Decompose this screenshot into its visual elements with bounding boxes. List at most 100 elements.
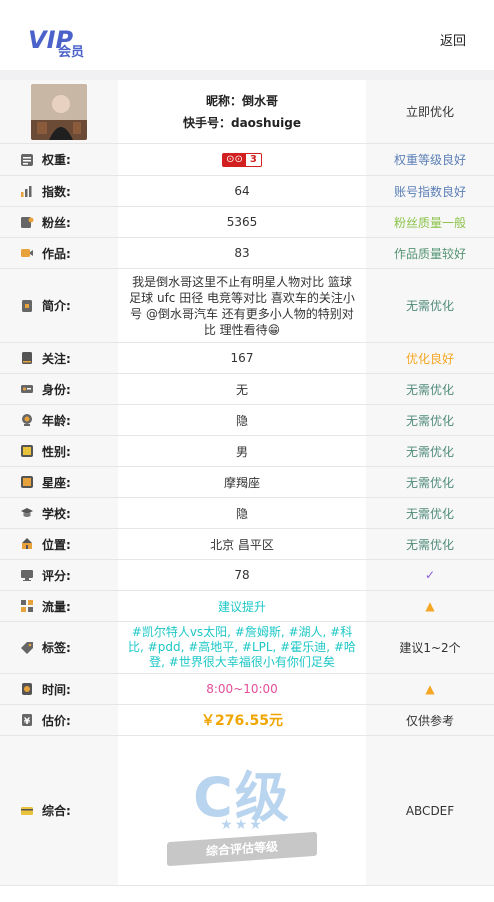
- row-label: 关注:: [42, 351, 71, 366]
- gender-icon: [21, 445, 33, 457]
- row-follow: 关注: 167 优化良好: [0, 343, 494, 374]
- row-label: 综合:: [42, 804, 71, 818]
- id-card-icon: [21, 385, 33, 393]
- nickname: 昵称：倒水哥: [205, 93, 278, 108]
- row-weight: 权重: ⊙⊙ 3 权重等级良好: [0, 144, 494, 176]
- row-gender: 性别: 男 无需优化: [0, 436, 494, 467]
- row-label: 标签:: [42, 641, 71, 655]
- row-label: 流量:: [42, 599, 71, 614]
- row-status: 仅供参考: [366, 705, 494, 735]
- row-status: 无需优化: [366, 467, 494, 497]
- svg-text:¥: ¥: [24, 717, 31, 727]
- overall-icon: [21, 806, 33, 815]
- weight-icon: [21, 153, 33, 166]
- graduation-cap-icon: [21, 508, 33, 517]
- book-icon: [22, 352, 32, 364]
- row-label: 权重:: [42, 153, 71, 167]
- row-time: 时间: 8:00~10:00 ▲: [0, 674, 494, 705]
- row-identity: 身份: 无 无需优化: [0, 374, 494, 405]
- row-label-cell: 粉丝:: [0, 207, 118, 237]
- row-label-cell: 身份:: [0, 374, 118, 404]
- row-label: 身份:: [42, 382, 71, 397]
- row-value: 8:00~10:00: [118, 674, 366, 704]
- triangle-up-icon: ▲: [366, 591, 494, 621]
- row-overall: 综合: C级 ★★★ 综合评估等级 ABCDEF: [0, 736, 494, 886]
- row-status: 优化良好: [366, 343, 494, 373]
- row-value: 我是倒水哥这里不止有明星人物对比 篮球 足球 ufc 田径 电竞等对比 喜欢车的…: [118, 269, 366, 342]
- row-label-cell: 评分:: [0, 560, 118, 590]
- row-label-cell: ¥ 估价:: [0, 705, 118, 735]
- row-value: 83: [118, 238, 366, 268]
- tag-icon: [21, 641, 33, 654]
- row-label: 年龄:: [42, 413, 71, 428]
- row-label: 粉丝:: [42, 215, 71, 230]
- age-icon: [22, 414, 32, 426]
- triangle-up-icon: ▲: [366, 674, 494, 704]
- profile-row: 昵称：倒水哥 快手号：daoshuige 立即优化: [0, 80, 494, 144]
- row-status: 无需优化: [366, 269, 494, 342]
- row-label-cell: 简介:: [0, 269, 118, 342]
- grade-scale: ABCDEF: [366, 736, 494, 885]
- row-label: 星座:: [42, 475, 71, 490]
- row-label: 评分:: [42, 568, 71, 583]
- row-status: 无需优化: [366, 374, 494, 404]
- row-label-cell: 流量:: [0, 591, 118, 621]
- row-value: 5365: [118, 207, 366, 237]
- row-label-cell: 性别:: [0, 436, 118, 466]
- row-works: 作品: 83 作品质量较好: [0, 238, 494, 269]
- row-status: 无需优化: [366, 405, 494, 435]
- row-fans: 粉丝: 5365 粉丝质量一般: [0, 207, 494, 238]
- optimize-now-button[interactable]: 立即优化: [366, 80, 494, 143]
- row-status: 无需优化: [366, 529, 494, 559]
- row-value: 建议提升: [118, 591, 366, 621]
- back-button[interactable]: 返回: [440, 30, 466, 49]
- row-value: 隐: [118, 405, 366, 435]
- row-age: 年龄: 隐 无需优化: [0, 405, 494, 436]
- row-value: 北京 昌平区: [118, 529, 366, 559]
- row-label: 简介:: [42, 299, 71, 313]
- row-zodiac: 星座: 摩羯座 无需优化: [0, 467, 494, 498]
- row-value: 78: [118, 560, 366, 590]
- row-intro: 简介: 我是倒水哥这里不止有明星人物对比 篮球 足球 ufc 田径 电竞等对比 …: [0, 269, 494, 343]
- avatar[interactable]: [31, 83, 87, 140]
- profile-info: 昵称：倒水哥 快手号：daoshuige: [118, 80, 366, 143]
- row-value: 167: [118, 343, 366, 373]
- row-label: 指数:: [42, 184, 71, 199]
- weight-badge: ⊙⊙ 3: [222, 152, 262, 167]
- check-icon: ✓: [366, 560, 494, 590]
- grade-caption: 综合评估等级: [167, 831, 317, 866]
- header: VIP 会员 返回: [0, 0, 494, 80]
- row-status: 无需优化: [366, 436, 494, 466]
- row-tags: 标签: #凯尔特人vs太阳, #詹姆斯, #湖人, #科比, #pdd, #高地…: [0, 622, 494, 674]
- row-label: 时间:: [42, 682, 71, 697]
- row-traffic: 流量: 建议提升 ▲: [0, 591, 494, 622]
- row-location: 位置: 北京 昌平区 无需优化: [0, 529, 494, 560]
- vip-logo: VIP 会员: [28, 26, 84, 58]
- row-label-cell: 权重:: [0, 144, 118, 175]
- video-icon: [21, 249, 33, 257]
- grade-stamp: C级 ★★★ 综合评估等级: [167, 741, 317, 881]
- grade-stamp-cell: C级 ★★★ 综合评估等级: [118, 736, 366, 885]
- row-label-cell: 标签:: [0, 622, 118, 673]
- intro-icon: [22, 299, 32, 312]
- row-label-cell: 年龄:: [0, 405, 118, 435]
- row-value: ⊙⊙ 3: [118, 144, 366, 175]
- svg-text:会员: 会员: [58, 44, 84, 58]
- row-label-cell: 位置:: [0, 529, 118, 559]
- row-status: 粉丝质量一般: [366, 207, 494, 237]
- clock-icon: [22, 683, 32, 695]
- monitor-icon: [21, 570, 33, 581]
- row-label-cell: 作品:: [0, 238, 118, 268]
- weight-level: 3: [249, 153, 257, 165]
- fans-icon: [21, 217, 34, 228]
- row-label-cell: 关注:: [0, 343, 118, 373]
- row-value: #凯尔特人vs太阳, #詹姆斯, #湖人, #科比, #pdd, #高地平, #…: [118, 622, 366, 673]
- row-label-cell: 时间:: [0, 674, 118, 704]
- row-value: 隐: [118, 498, 366, 528]
- row-value: 摩羯座: [118, 467, 366, 497]
- row-label: 位置:: [42, 537, 71, 552]
- row-label: 学校:: [42, 506, 71, 521]
- row-school: 学校: 隐 无需优化: [0, 498, 494, 529]
- zodiac-icon: [21, 476, 33, 488]
- yen-icon: ¥: [22, 714, 32, 727]
